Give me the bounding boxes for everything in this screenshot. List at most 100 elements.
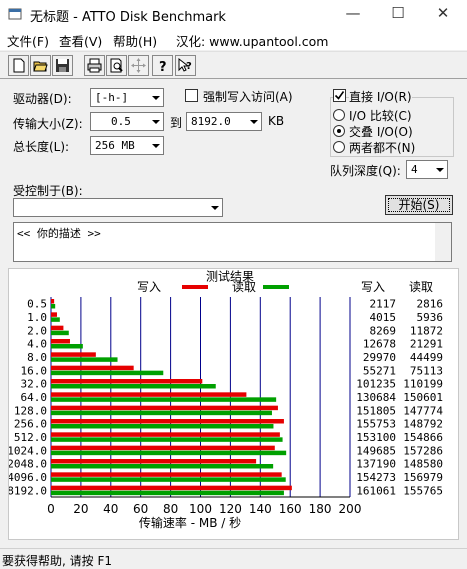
read-value: 2816 (417, 298, 444, 311)
category-label: 128.0 (14, 404, 47, 417)
open-icon[interactable] (30, 55, 51, 76)
total-length-select[interactable]: 256 MB (90, 136, 164, 155)
x-axis-label: 传输速率 - MB / 秒 (139, 515, 241, 530)
bar-read (51, 464, 274, 469)
bar-write (51, 485, 292, 491)
maximize-button[interactable]: ☐ (376, 0, 420, 28)
write-value: 151805 (356, 404, 396, 417)
direct-io-label: 直接 I/O(R) (349, 88, 412, 105)
bar-read (51, 384, 216, 389)
write-value: 155753 (356, 418, 396, 431)
status-text: 要获得帮助, 请按 F1 (2, 554, 112, 568)
transfer-to-value: 8192.0 (191, 115, 231, 128)
new-icon[interactable] (8, 55, 29, 76)
bar-read (51, 357, 118, 362)
bar-write (51, 445, 275, 451)
io-compare-radio[interactable] (333, 109, 345, 121)
write-value: 29970 (363, 351, 396, 364)
neither-radio[interactable] (333, 141, 345, 153)
to-label: 到 (170, 116, 183, 130)
legend-read-swatch (263, 285, 289, 289)
toolbar: ? ? (0, 51, 467, 79)
queue-depth-select[interactable]: 4 (406, 160, 448, 179)
write-value: 161061 (356, 484, 396, 497)
start-button[interactable]: 开始(S) (385, 195, 453, 215)
close-button[interactable]: ✕ (421, 0, 465, 28)
chevron-down-icon[interactable] (245, 113, 261, 130)
overlapped-io-label: 交叠 I/O(O) (349, 125, 413, 139)
bar-read (51, 450, 287, 456)
bar-read (51, 477, 286, 482)
overlapped-io-radio[interactable] (333, 125, 345, 137)
bar-write (51, 405, 278, 411)
controlled-by-select[interactable] (13, 198, 223, 217)
menu-locale[interactable]: 汉化: www.upantool.com (176, 31, 328, 50)
bar-write (51, 312, 57, 317)
write-value: 101235 (356, 378, 396, 391)
description-scrollbar[interactable] (435, 223, 451, 261)
description-text: << 你的描述 >> (17, 227, 101, 240)
bar-read (51, 490, 284, 496)
write-value: 12678 (363, 338, 396, 351)
read-value: 157286 (403, 444, 443, 457)
read-value: 148580 (403, 458, 443, 471)
drive-select[interactable]: [-h-] (90, 88, 164, 107)
print-preview-icon[interactable] (106, 55, 127, 76)
bar-write (51, 392, 247, 397)
x-tick-label: 200 (339, 502, 362, 516)
bar-read (51, 317, 60, 322)
bar-read (51, 304, 56, 309)
menu-view[interactable]: 查看(V) (59, 31, 102, 50)
force-write-checkbox[interactable] (185, 89, 198, 102)
bar-read (51, 330, 69, 336)
neither-label: 两者都不(N) (349, 141, 416, 155)
category-label: 64.0 (21, 391, 48, 404)
read-value: 21291 (410, 338, 443, 351)
write-value: 4015 (370, 311, 397, 324)
x-tick-label: 0 (47, 502, 55, 516)
direct-io-checkbox[interactable] (333, 89, 346, 102)
description-box[interactable]: << 你的描述 >> (13, 222, 452, 262)
write-value: 130684 (356, 391, 396, 404)
write-value: 2117 (370, 298, 397, 311)
x-tick-label: 180 (309, 502, 332, 516)
read-value: 148792 (403, 418, 443, 431)
move-icon[interactable] (128, 55, 149, 76)
bar-read (51, 437, 283, 442)
chevron-down-icon[interactable] (147, 113, 163, 130)
menu-file[interactable]: 文件(F) (7, 31, 49, 50)
help-icon[interactable]: ? (152, 55, 173, 76)
menu-help[interactable]: 帮助(H) (113, 31, 157, 50)
bar-write (51, 365, 134, 371)
read-value: 75113 (410, 364, 443, 377)
category-label: 1024.0 (9, 444, 47, 457)
chevron-down-icon[interactable] (147, 137, 163, 154)
read-value: 147774 (403, 404, 443, 417)
bar-write (51, 432, 280, 437)
x-tick-label: 140 (249, 502, 272, 516)
chevron-down-icon[interactable] (206, 199, 222, 216)
queue-depth-value: 4 (411, 163, 418, 176)
category-label: 32.0 (21, 378, 48, 391)
category-label: 1.0 (27, 311, 47, 324)
bar-write (51, 459, 257, 464)
bar-write (51, 472, 282, 477)
x-tick-label: 120 (219, 502, 242, 516)
category-label: 2.0 (27, 324, 47, 337)
x-tick-label: 160 (279, 502, 302, 516)
write-value: 153100 (356, 431, 396, 444)
transfer-from-select[interactable]: 0.5 (90, 112, 164, 131)
chevron-down-icon[interactable] (431, 161, 447, 178)
minimize-button[interactable]: — (331, 0, 375, 28)
category-label: 4096.0 (9, 471, 47, 484)
print-icon[interactable] (84, 55, 105, 76)
save-icon[interactable] (52, 55, 73, 76)
read-value: 44499 (410, 351, 443, 364)
transfer-to-select[interactable]: 8192.0 (186, 112, 262, 131)
svg-text:?: ? (186, 61, 192, 72)
bar-read (51, 410, 272, 416)
read-value: 110199 (403, 378, 443, 391)
write-value: 137190 (356, 458, 396, 471)
context-help-icon[interactable]: ? (175, 55, 196, 76)
chevron-down-icon[interactable] (147, 89, 163, 106)
